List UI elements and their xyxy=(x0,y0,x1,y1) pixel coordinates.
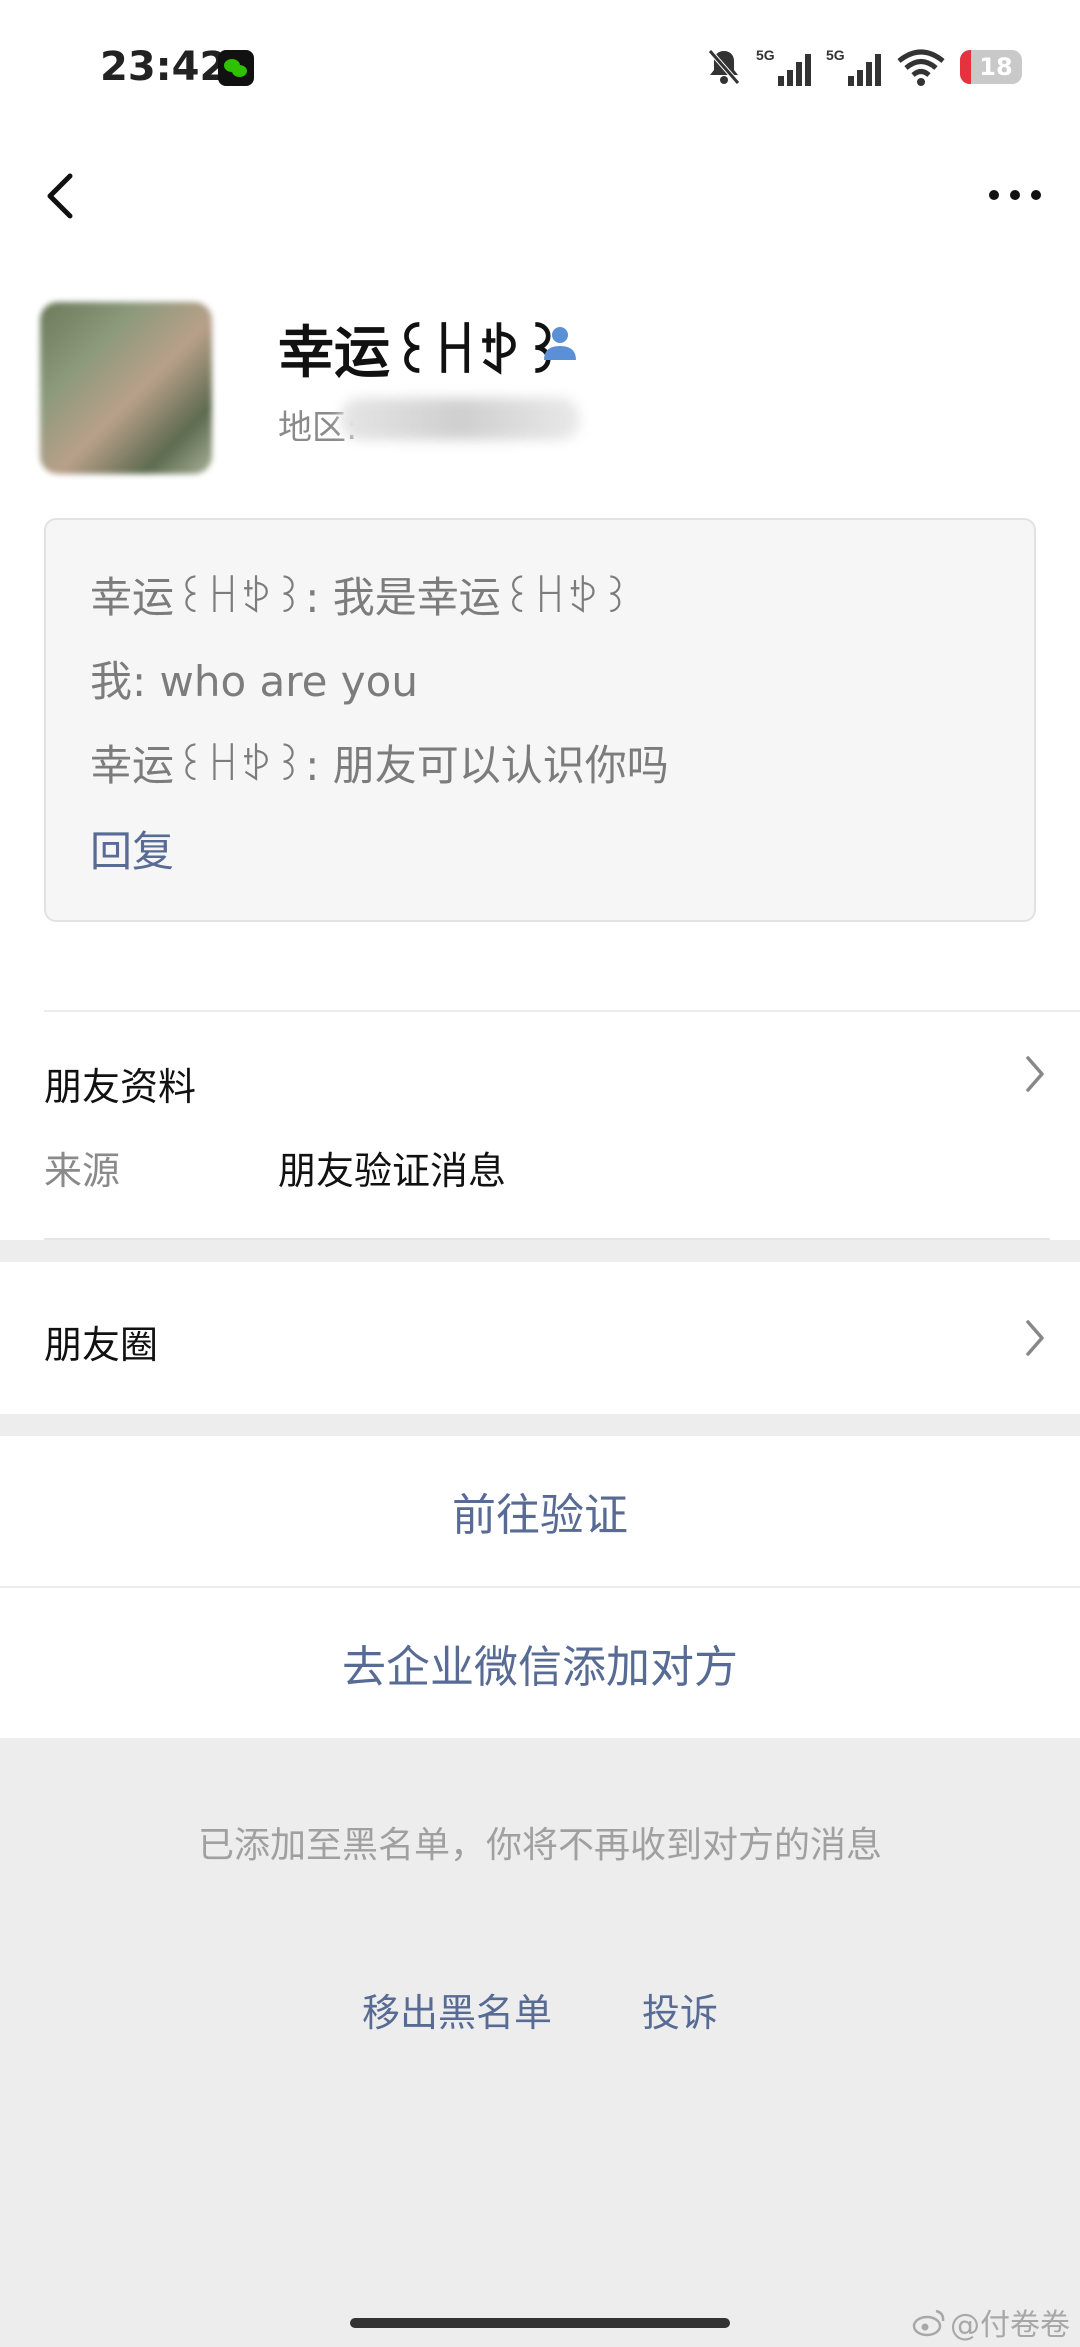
divider xyxy=(44,1238,1050,1240)
friend-info-section[interactable]: 朋友资料 来源 朋友验证消息 xyxy=(0,1010,1080,1240)
verification-messages-box: 幸运꒰ꀿꉣ꒱: 我是幸运꒰ꀿꉣ꒱ 我: who are you 幸运꒰ꀿꉣ꒱: … xyxy=(44,518,1036,922)
chevron-left-icon xyxy=(47,173,73,219)
signal-5g-icon: 5G xyxy=(756,47,811,86)
nav-bar xyxy=(0,140,1080,250)
status-icons: 5G 5G 18 xyxy=(706,42,1022,92)
moments-label: 朋友圈 xyxy=(44,1323,159,1367)
network-label-1: 5G xyxy=(756,47,775,63)
message-line: 幸运꒰ꀿꉣ꒱: 朋友可以认识你吗 xyxy=(90,741,669,790)
verify-button[interactable]: 前往验证 xyxy=(0,1436,1080,1586)
moments-row[interactable]: 朋友圈 xyxy=(0,1262,1080,1414)
signal-5g-icon-2: 5G xyxy=(826,47,881,86)
report-link[interactable]: 投诉 xyxy=(642,1982,718,2037)
divider xyxy=(44,1010,1080,1012)
battery-indicator: 18 xyxy=(960,50,1022,84)
watermark: @付卷卷 xyxy=(912,2300,1070,2344)
status-time: 23:42 xyxy=(100,44,228,90)
blacklist-actions: 移出黑名单 投诉 xyxy=(0,1982,1080,2037)
remove-from-blacklist-link[interactable]: 移出黑名单 xyxy=(362,1982,552,2037)
bell-muted-icon xyxy=(708,49,740,85)
reply-link[interactable]: 回复 xyxy=(90,818,174,879)
back-button[interactable] xyxy=(30,162,90,228)
friend-info-title: 朋友资料 xyxy=(44,1065,197,1109)
status-bar: 23:42 5G 5G 18 xyxy=(0,0,1080,140)
source-value: 朋友验证消息 xyxy=(278,1149,507,1193)
wechat-notification-icon xyxy=(218,50,254,86)
contact-person-icon xyxy=(544,327,576,360)
weibo-logo-icon xyxy=(912,2309,945,2337)
region-value-blurred xyxy=(340,398,580,440)
source-label: 来源 xyxy=(44,1149,121,1193)
chevron-right-icon xyxy=(1026,1056,1044,1092)
message-line: 幸运꒰ꀿꉣ꒱: 我是幸运꒰ꀿꉣ꒱ xyxy=(90,573,633,622)
more-horizontal-icon xyxy=(989,190,1041,200)
more-button[interactable] xyxy=(980,162,1050,228)
battery-percent: 18 xyxy=(979,53,1013,81)
profile-section: 幸运꒰ꀿꉣ꒱ 地区: 幸运꒰ꀿꉣ꒱: 我是幸运꒰ꀿꉣ꒱ 我: who are y… xyxy=(0,250,1080,1010)
avatar[interactable] xyxy=(40,302,212,474)
blacklist-notice: 已添加至黑名单，你将不再收到对方的消息 xyxy=(197,1825,882,1866)
message-line: 我: who are you xyxy=(90,657,418,706)
nickname: 幸运꒰ꀿꉣ꒱ xyxy=(278,321,565,386)
watermark-text: @付卷卷 xyxy=(950,2308,1070,2343)
enterprise-wechat-add-button[interactable]: 去企业微信添加对方 xyxy=(0,1588,1080,1738)
network-label-2: 5G xyxy=(826,47,845,63)
chevron-right-icon xyxy=(1026,1320,1044,1356)
home-indicator[interactable] xyxy=(350,2318,730,2328)
wifi-icon xyxy=(897,49,945,86)
